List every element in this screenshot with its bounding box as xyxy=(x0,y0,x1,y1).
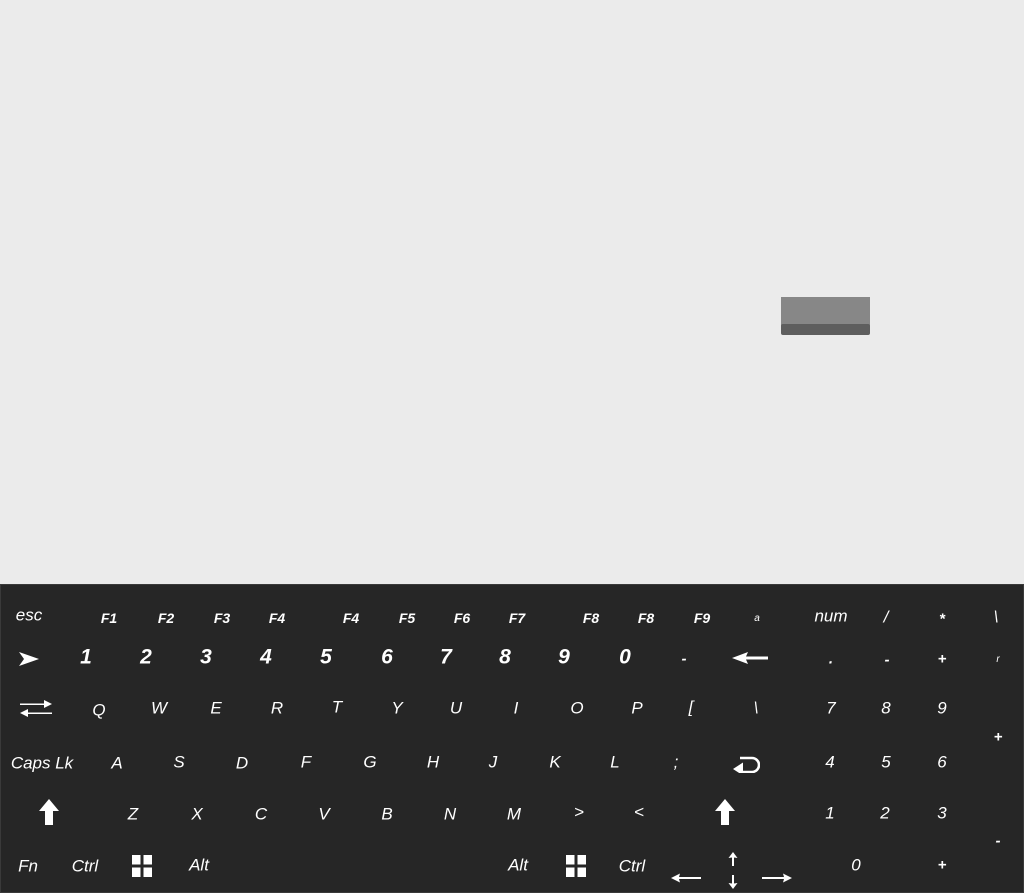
key-left-bracket[interactable]: [ xyxy=(689,699,694,716)
widget-face xyxy=(781,297,870,326)
key-numpad-2[interactable]: 2 xyxy=(880,805,889,822)
key-q[interactable]: Q xyxy=(92,702,105,719)
key-f8[interactable]: F8 xyxy=(583,611,599,625)
key-x[interactable]: X xyxy=(191,806,202,823)
shift-up-arrow-icon[interactable] xyxy=(39,799,59,825)
enter-return-icon[interactable] xyxy=(732,755,760,773)
key-7[interactable]: 7 xyxy=(440,647,452,668)
key-f3[interactable]: F3 xyxy=(214,611,230,625)
key-numpad-6[interactable]: 6 xyxy=(937,754,946,771)
canvas-area xyxy=(0,0,1024,584)
key-numpad-backslash[interactable]: \ xyxy=(994,609,999,626)
shift-up-arrow-icon-right[interactable] xyxy=(715,799,735,825)
key-ctrl-right[interactable]: Ctrl xyxy=(619,858,645,875)
key-h[interactable]: H xyxy=(427,754,439,771)
key-f1[interactable]: F1 xyxy=(101,611,117,625)
key-k[interactable]: K xyxy=(549,754,560,771)
key-d[interactable]: D xyxy=(236,755,248,772)
key-alt-left[interactable]: Alt xyxy=(189,857,209,874)
key-num[interactable]: num xyxy=(814,608,847,625)
key-i[interactable]: I xyxy=(514,700,519,717)
windows-logo-icon[interactable] xyxy=(132,855,152,877)
key-6[interactable]: 6 xyxy=(381,647,393,668)
key-n[interactable]: N xyxy=(444,806,456,823)
key-f9[interactable]: F9 xyxy=(694,611,710,625)
key-numpad-slash[interactable]: / xyxy=(884,609,889,626)
key-5[interactable]: 5 xyxy=(320,647,332,668)
arrow-up-icon[interactable] xyxy=(728,852,738,866)
key-less-than[interactable]: < xyxy=(634,804,644,821)
key-fn[interactable]: Fn xyxy=(18,858,38,875)
key-backslash[interactable]: \ xyxy=(754,700,759,717)
backspace-arrow-icon[interactable] xyxy=(732,652,768,664)
key-v[interactable]: V xyxy=(318,806,329,823)
key-8[interactable]: 8 xyxy=(499,647,511,668)
key-1[interactable]: 1 xyxy=(80,647,92,668)
key-l[interactable]: L xyxy=(610,754,619,771)
key-o[interactable]: O xyxy=(570,700,583,717)
key-b[interactable]: B xyxy=(381,806,392,823)
key-f4-second[interactable]: F4 xyxy=(343,611,359,625)
widget-base xyxy=(781,324,870,335)
key-small[interactable]: a xyxy=(754,614,760,624)
key-y[interactable]: Y xyxy=(391,700,402,717)
key-2[interactable]: 2 xyxy=(140,647,152,668)
key-numpad-plus-bottom[interactable]: + xyxy=(938,858,947,873)
key-numpad-3[interactable]: 3 xyxy=(937,805,946,822)
tab-arrows-icon[interactable] xyxy=(20,697,52,719)
key-s[interactable]: S xyxy=(173,754,184,771)
key-4[interactable]: 4 xyxy=(260,647,272,668)
key-numpad-dot[interactable]: . xyxy=(829,652,833,667)
key-f6[interactable]: F6 xyxy=(454,611,470,625)
key-numpad-plus-tall[interactable]: + xyxy=(994,730,1003,745)
key-semicolon[interactable]: ; xyxy=(674,754,679,771)
key-caps-lock[interactable]: Caps Lk xyxy=(11,755,73,772)
key-numpad-small[interactable]: r xyxy=(996,655,999,665)
key-numpad-9[interactable]: 9 xyxy=(937,700,946,717)
key-0[interactable]: 0 xyxy=(619,647,631,668)
key-c[interactable]: C xyxy=(255,806,267,823)
key-numpad-5[interactable]: 5 xyxy=(881,754,890,771)
key-u[interactable]: U xyxy=(450,700,462,717)
key-w[interactable]: W xyxy=(151,700,167,717)
key-3[interactable]: 3 xyxy=(200,647,212,668)
play-arrow-icon[interactable] xyxy=(18,651,40,667)
key-ctrl-left[interactable]: Ctrl xyxy=(72,858,98,875)
key-numpad-7[interactable]: 7 xyxy=(826,700,835,717)
arrow-right-icon[interactable] xyxy=(762,873,792,883)
key-f5[interactable]: F5 xyxy=(399,611,415,625)
arrow-left-icon[interactable] xyxy=(671,873,701,883)
key-p[interactable]: P xyxy=(631,700,642,717)
key-numpad-minus[interactable]: - xyxy=(885,653,890,668)
key-numpad-8[interactable]: 8 xyxy=(881,700,890,717)
key-numpad-minus-tall[interactable]: - xyxy=(996,834,1001,849)
key-alt-right[interactable]: Alt xyxy=(508,857,528,874)
key-9[interactable]: 9 xyxy=(558,647,570,668)
key-f8-second[interactable]: F8 xyxy=(638,611,654,625)
arrow-down-icon[interactable] xyxy=(728,875,738,889)
key-minus[interactable]: - xyxy=(682,652,687,667)
on-screen-keyboard: esc F1 F2 F3 F4 F4 F5 F6 F7 F8 F8 F9 a n… xyxy=(0,584,1024,893)
windows-logo-icon-right[interactable] xyxy=(566,855,586,877)
key-f2[interactable]: F2 xyxy=(158,611,174,625)
key-numpad-plus[interactable]: + xyxy=(938,652,947,667)
key-m[interactable]: M xyxy=(507,806,521,823)
key-f4[interactable]: F4 xyxy=(269,611,285,625)
key-numpad-star[interactable]: * xyxy=(939,612,945,627)
key-numpad-1[interactable]: 1 xyxy=(825,805,834,822)
key-z[interactable]: Z xyxy=(128,806,138,823)
key-f[interactable]: F xyxy=(301,754,311,771)
key-f7[interactable]: F7 xyxy=(509,611,525,625)
key-g[interactable]: G xyxy=(363,754,376,771)
key-r[interactable]: R xyxy=(271,700,283,717)
key-numpad-4[interactable]: 4 xyxy=(825,754,834,771)
key-esc[interactable]: esc xyxy=(16,607,42,624)
gray-block-widget[interactable] xyxy=(781,297,870,338)
key-j[interactable]: J xyxy=(489,754,498,771)
key-t[interactable]: T xyxy=(332,699,342,716)
key-numpad-0[interactable]: 0 xyxy=(851,857,860,874)
key-greater-than[interactable]: > xyxy=(574,804,584,821)
key-a[interactable]: A xyxy=(111,755,122,772)
key-e[interactable]: E xyxy=(210,700,221,717)
